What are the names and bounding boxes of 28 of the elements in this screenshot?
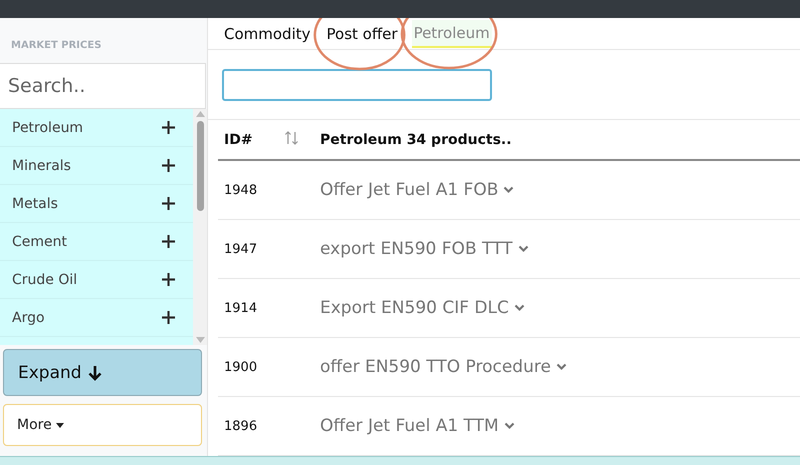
id-cell: 1900 <box>218 338 283 396</box>
chevron-down-icon <box>504 422 515 430</box>
more-button[interactable]: More <box>3 404 202 446</box>
offer-title-dropdown[interactable]: Offer Jet Fuel A1 TTM <box>320 416 515 436</box>
chevron-down-icon <box>514 304 525 312</box>
chevron-down-icon <box>503 186 514 194</box>
sidebar-heading: MARKET PRICES <box>10 39 102 53</box>
caret-icon <box>56 422 64 428</box>
id-cell: 1947 <box>218 220 283 278</box>
id-cell: 1914 <box>218 278 283 338</box>
tab[interactable]: Commodity <box>222 20 312 46</box>
column-header[interactable]: Petroleum 34 products.. <box>319 120 800 160</box>
offer-title-dropdown[interactable]: Offer Jet Fuel A1 FOB <box>320 180 514 200</box>
column-header[interactable]: ID# <box>218 120 283 160</box>
search-field[interactable]: Search.. <box>0 63 206 109</box>
sort-icon[interactable] <box>284 130 300 144</box>
scroll-up-icon[interactable] <box>196 111 204 117</box>
scroll-down-icon[interactable] <box>196 337 204 343</box>
arrow-down-icon <box>88 364 102 380</box>
chevron-down-icon <box>556 363 567 371</box>
chevron-down-icon <box>518 245 529 253</box>
id-cell: 1948 <box>218 160 283 220</box>
scrollbar[interactable] <box>193 109 207 345</box>
expand-button[interactable]: Expand <box>3 349 202 396</box>
offer-title-dropdown[interactable]: Export EN590 CIF DLC <box>320 298 525 318</box>
offer-title-dropdown[interactable]: offer EN590 TTO Procedure <box>320 357 567 377</box>
filter-field[interactable] <box>222 69 492 101</box>
offer-title-dropdown[interactable]: export EN590 FOB TTT <box>320 239 529 259</box>
